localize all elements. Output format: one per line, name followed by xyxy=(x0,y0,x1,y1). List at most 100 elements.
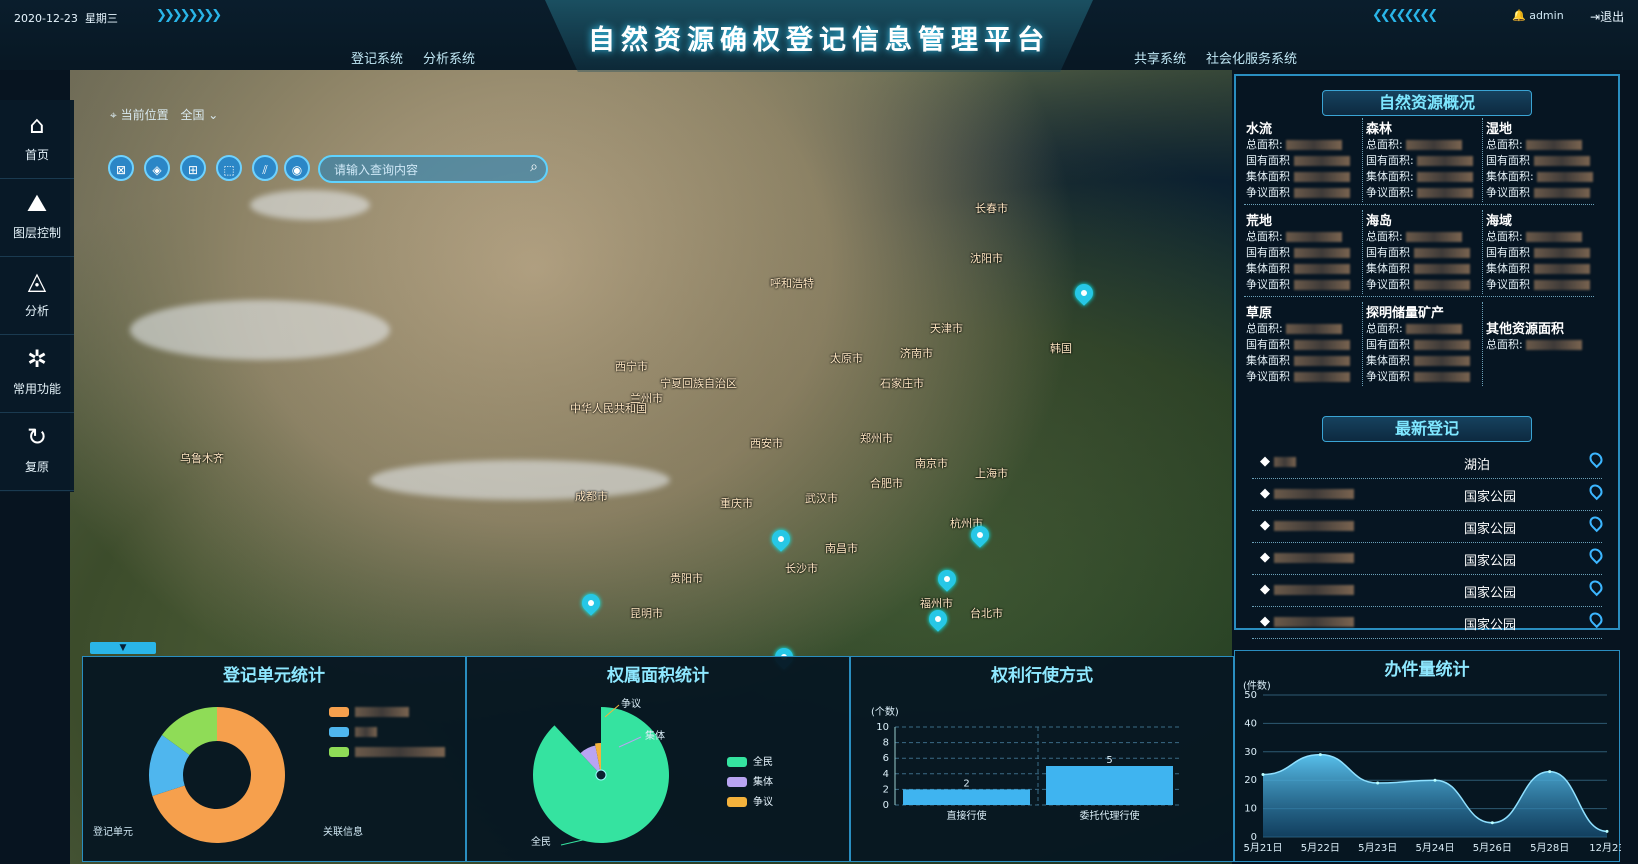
locate-pin-icon[interactable] xyxy=(1586,609,1606,629)
map-city-label: 台北市 xyxy=(970,607,1003,620)
cube-3d-icon[interactable]: ◈ xyxy=(144,155,170,181)
resource-cell: 海域 总面积: 国有面积 集体面积 争议面积 xyxy=(1486,210,1610,302)
latest-row[interactable]: ◆ 国家公园 xyxy=(1252,574,1606,607)
data-point[interactable] xyxy=(1605,829,1609,833)
bar[interactable] xyxy=(903,789,1030,805)
locate-pin-icon[interactable] xyxy=(1586,577,1606,597)
location-selector[interactable]: ⌖ 当前位置 全国 ⌄ xyxy=(110,106,290,128)
map-city-label: 重庆市 xyxy=(720,497,753,510)
x-tick-label: 委托代理行使 xyxy=(1080,809,1140,822)
resource-name: 海域 xyxy=(1486,214,1513,229)
layer-toggle-icon[interactable]: ⊞ xyxy=(180,155,206,181)
resource-cell: 水流 总面积: 国有面积 集体面积 争议面积 xyxy=(1246,118,1370,210)
page-title: 自然资源确权登记信息管理平台 xyxy=(588,25,1050,56)
pie-label: 争议 xyxy=(621,697,641,710)
bar[interactable] xyxy=(1046,766,1173,805)
map-marker[interactable] xyxy=(768,526,794,552)
locate-pin-icon[interactable] xyxy=(1586,481,1606,501)
latest-row[interactable]: ◆ 国家公园 xyxy=(1252,478,1606,511)
unit-register-button[interactable]: 登记单元 xyxy=(93,823,133,838)
sidebar-item-reset[interactable]: ↻ 复原 xyxy=(0,412,74,491)
chevron-decoration-left: ❯❯❯❯❯❯❯❯ xyxy=(156,8,222,23)
resource-line: 国有面积 xyxy=(1246,245,1370,261)
map-marker[interactable] xyxy=(934,566,960,592)
locate-pin-icon[interactable] xyxy=(1586,545,1606,565)
sidebar-item-analysis[interactable]: ◬ 分析 xyxy=(0,256,74,335)
nav-social-service[interactable]: 社会化服务系统 xyxy=(1206,48,1297,67)
map-city-label: 西宁市 xyxy=(615,360,648,373)
latest-row[interactable]: ◆ 国家公园 xyxy=(1252,542,1606,575)
pie-label: 全民 xyxy=(531,835,551,848)
area-stats-title: 权属面积统计 xyxy=(607,666,709,686)
locate-pin-icon[interactable] xyxy=(1586,513,1606,533)
divider xyxy=(1244,296,1594,297)
data-point[interactable] xyxy=(1261,773,1265,777)
location-pin-icon: ⌖ xyxy=(110,108,117,122)
resource-line: 集体面积 xyxy=(1366,261,1490,277)
logout-button[interactable]: ⇥退出 xyxy=(1590,8,1624,25)
resource-name: 水流 xyxy=(1246,122,1273,137)
workload-chart: (件数)010203040505月21日 5月22日 5月23日 5月24日 5月26日… xyxy=(1243,679,1621,854)
map-marker[interactable] xyxy=(578,590,604,616)
area-fill xyxy=(1263,754,1607,837)
search-icon[interactable]: ⌕ xyxy=(530,159,538,175)
latest-row[interactable]: ◆ 国家公园 xyxy=(1252,606,1606,639)
resource-line: 争议面积 xyxy=(1246,369,1370,385)
data-point[interactable] xyxy=(1490,821,1494,825)
data-point[interactable] xyxy=(1376,781,1380,785)
map-marker[interactable] xyxy=(1071,280,1097,306)
y-tick-label: 0 xyxy=(883,800,889,811)
row-name: ◆ xyxy=(1260,486,1355,501)
search-input[interactable] xyxy=(332,160,521,180)
collapse-panel-button[interactable]: ▼ xyxy=(90,642,156,654)
resource-cell: 荒地 总面积: 国有面积 集体面积 争议面积 xyxy=(1246,210,1370,302)
sidebar-item-layers[interactable]: ⛰ 图层控制 xyxy=(0,178,74,257)
map-city-label: 兰州市 xyxy=(630,392,663,405)
resource-line: 总面积: xyxy=(1486,137,1610,153)
legend-item xyxy=(329,707,409,718)
map-city-label: 南昌市 xyxy=(825,542,858,555)
latest-row[interactable]: ◆ 湖泊 xyxy=(1252,446,1606,479)
data-point[interactable] xyxy=(1433,778,1437,782)
select-area-icon[interactable]: ⬚ xyxy=(216,155,242,181)
measure-tool-icon[interactable]: ⊠ xyxy=(108,155,134,181)
area-stats-panel: 权属面积统计 全民 集体 争议 全民 集体 争议 xyxy=(466,656,850,862)
related-info-button[interactable]: 关联信息 xyxy=(323,823,363,838)
map-city-label: 沈阳市 xyxy=(970,252,1003,265)
region-dropdown[interactable]: 全国 xyxy=(180,108,204,122)
divider xyxy=(1244,204,1594,205)
locate-icon[interactable]: ◉ xyxy=(284,155,310,181)
legend-item: 集体 xyxy=(727,773,773,788)
resource-line: 集体面积 xyxy=(1246,261,1370,277)
nav-sharing[interactable]: 共享系统 xyxy=(1134,48,1186,67)
right-panel: 自然资源概况 水流 总面积: 国有面积 集体面积 争议面积 森林 总面积: 国有面积… xyxy=(1234,74,1620,639)
map-city-label: 郑州市 xyxy=(860,432,893,445)
resource-line: 国有面积 xyxy=(1366,245,1490,261)
data-point[interactable] xyxy=(1548,770,1552,774)
legend-item xyxy=(329,727,377,738)
y-tick-label: 20 xyxy=(1244,775,1257,786)
nav-registration[interactable]: 登记系统 xyxy=(351,48,403,67)
resource-line: 集体面积 xyxy=(1246,169,1370,185)
sidebar-item-tools[interactable]: ✲ 常用功能 xyxy=(0,334,74,413)
y-tick-label: 50 xyxy=(1244,690,1257,701)
user-menu[interactable]: 🔔 admin xyxy=(1512,9,1564,22)
x-tick-label: 5月26日 xyxy=(1473,842,1512,854)
resource-name: 草原 xyxy=(1246,306,1273,321)
resource-line: 争议面积 xyxy=(1366,277,1490,293)
data-point[interactable] xyxy=(1318,753,1322,757)
sidebar-item-home[interactable]: ⌂ 首页 xyxy=(0,100,74,179)
legend-item xyxy=(329,747,445,758)
resource-line: 总面积: xyxy=(1246,229,1370,245)
nav-analysis[interactable]: 分析系统 xyxy=(423,48,475,67)
logout-icon: ⇥ xyxy=(1590,10,1601,24)
x-tick-label: 12月23 xyxy=(1589,842,1621,854)
unit-stats-panel: 登记单元统计 登记单元 关联信息 xyxy=(82,656,466,862)
map-city-label: 西安市 xyxy=(750,437,783,450)
row-name: ◆ xyxy=(1260,454,1297,469)
locate-pin-icon[interactable] xyxy=(1586,449,1606,469)
draw-line-icon[interactable]: ⫽ xyxy=(252,155,278,181)
resource-cell: 其他资源面积 总面积: xyxy=(1486,318,1610,410)
x-tick-label: 5月23日 xyxy=(1358,842,1397,854)
latest-row[interactable]: ◆ 国家公园 xyxy=(1252,510,1606,543)
